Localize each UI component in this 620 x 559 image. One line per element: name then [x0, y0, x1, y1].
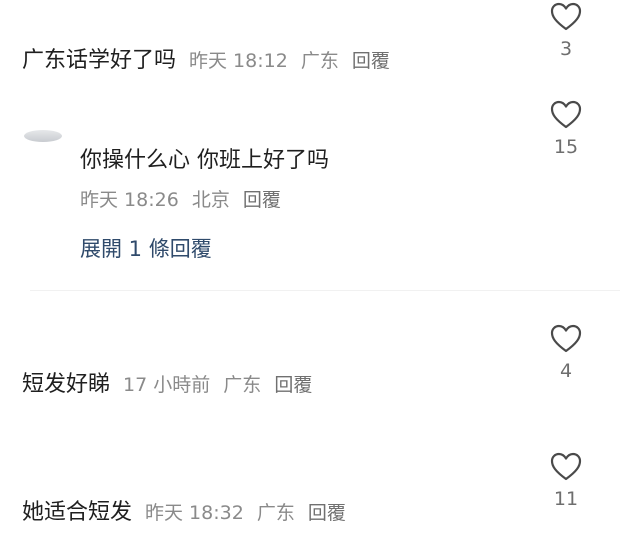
comment-meta: 昨天 18:26 北京 回覆: [80, 185, 288, 212]
reply-button[interactable]: 回覆: [274, 374, 312, 396]
comment-location: 北京: [191, 189, 230, 211]
comment-item: 短发好睇 17 小時前 广东 回覆 4: [0, 320, 620, 410]
like-button[interactable]: 15: [546, 100, 586, 158]
reply-button[interactable]: 回覆: [352, 50, 390, 72]
comment-text: 她适合短发 昨天 18:32 广东 回覆: [22, 494, 346, 526]
comment-text: 广东话学好了吗 昨天 18:12 广东 回覆: [22, 42, 390, 74]
comment-text: 短发好睇 17 小時前 广东 回覆: [22, 366, 312, 398]
reply-button[interactable]: 回覆: [308, 502, 346, 524]
divider: [30, 290, 620, 291]
like-count: 3: [559, 38, 573, 60]
comment-list: 广东话学好了吗 昨天 18:12 广东 回覆 3 你操什么心 你班上好了吗 昨天…: [0, 0, 620, 559]
heart-outline-icon: [550, 2, 582, 31]
comment-time: 昨天 18:32: [145, 502, 244, 524]
comment-time: 昨天 18:26: [80, 189, 179, 211]
reply-button[interactable]: 回覆: [243, 189, 281, 211]
comment-body: 短发好睇: [22, 372, 111, 397]
comment-location: 广东: [256, 502, 295, 524]
comment-meta: 昨天 18:32 广东 回覆: [145, 502, 346, 524]
like-count: 11: [553, 488, 579, 510]
comment-body: 她适合短发: [22, 500, 133, 525]
heart-outline-icon: [550, 452, 582, 481]
like-count: 15: [553, 136, 579, 158]
like-count: 4: [559, 360, 573, 382]
comment-time: 17 小時前: [123, 374, 211, 396]
avatar[interactable]: [24, 130, 62, 142]
comment-item: 她适合短发 昨天 18:32 广东 回覆 11: [0, 448, 620, 548]
comment-location: 广东: [300, 50, 339, 72]
comment-meta: 17 小時前 广东 回覆: [123, 374, 312, 396]
comment-item: 你操什么心 你班上好了吗 昨天 18:26 北京 回覆 展開 1 條回覆 15: [0, 100, 620, 291]
comment-time: 昨天 18:12: [189, 50, 288, 72]
comment-body: 你操什么心 你班上好了吗: [80, 148, 329, 173]
comment-meta: 昨天 18:12 广东 回覆: [189, 50, 390, 72]
heart-outline-icon: [550, 100, 582, 129]
like-button[interactable]: 4: [546, 324, 586, 382]
comment-location: 广东: [223, 374, 262, 396]
like-button[interactable]: 3: [546, 2, 586, 60]
comment-body: 广东话学好了吗: [22, 48, 177, 73]
like-button[interactable]: 11: [546, 452, 586, 510]
comment-item: 广东话学好了吗 昨天 18:12 广东 回覆 3: [0, 0, 620, 100]
heart-outline-icon: [550, 324, 582, 353]
expand-replies-button[interactable]: 展開 1 條回覆: [80, 233, 212, 263]
